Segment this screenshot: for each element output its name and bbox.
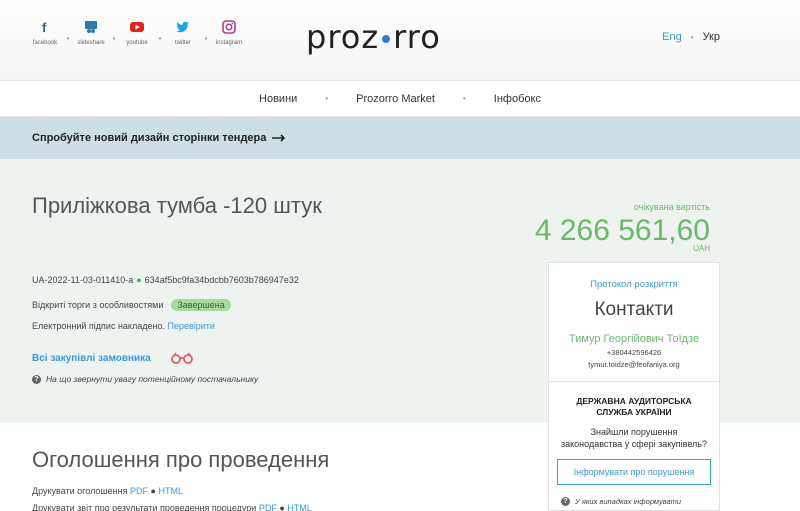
social-label: twitter: [174, 40, 191, 46]
signature-row: Електронний підпис накладено. Перевірити: [32, 321, 215, 331]
procedure-row: Відкриті торги з особливостями Завершена: [32, 299, 231, 311]
social-facebook[interactable]: f facebook: [28, 20, 62, 46]
signature-text: Електронний підпис накладено.: [32, 321, 165, 331]
instagram-icon: [222, 20, 236, 34]
separator-dot: •: [158, 34, 162, 43]
divider: [549, 381, 719, 382]
nav-item-infobox[interactable]: Інфобокс: [494, 93, 541, 105]
contact-phone: +380442596426: [606, 348, 662, 357]
contacts-card: Протокол розкриття Контакти Тимур Георгі…: [548, 262, 720, 511]
separator-dot: ●: [279, 503, 285, 511]
hint-text: На що звернути увагу потенційному постач…: [46, 374, 259, 384]
status-badge: Завершена: [171, 299, 231, 311]
print-announcement-row: Друкувати оголошення PDF ● HTML: [32, 486, 183, 496]
lang-en-link[interactable]: Eng: [662, 31, 682, 43]
social-youtube[interactable]: youtube: [120, 20, 154, 46]
contact-email: tymur.toidze@feofaniya.org: [588, 360, 680, 369]
print-announcement-html-link[interactable]: HTML: [158, 486, 183, 496]
procedure-type: Відкриті торги з особливостями: [32, 300, 164, 310]
arrow-right-icon: [272, 134, 286, 142]
social-links: f facebook • slideshare • youtube • twit…: [28, 20, 246, 46]
prozorro-logo[interactable]: proz rro: [306, 18, 441, 56]
separator-dot: •: [462, 94, 466, 103]
svg-text:f: f: [42, 20, 47, 34]
logo-text-left: proz: [306, 18, 380, 56]
separator-dot: •: [204, 34, 208, 43]
banner-text: Спробуйте новий дизайн сторінки тендера: [32, 132, 267, 144]
print-announcement-label: Друкувати оголошення: [32, 486, 128, 496]
tender-title: Приліжкова тумба -120 штук: [32, 193, 322, 218]
separator-dot: •: [112, 34, 116, 43]
print-announcement-pdf-link[interactable]: PDF: [130, 486, 148, 496]
facebook-icon: f: [42, 20, 47, 34]
separator-dot: •: [690, 32, 694, 42]
opening-protocol-link[interactable]: Протокол розкриття: [549, 279, 719, 290]
social-twitter[interactable]: twitter: [166, 20, 200, 46]
logo-dot-icon: [382, 35, 391, 43]
slideshare-icon: [85, 21, 97, 33]
cases-text: У яких випадках інформувати: [575, 497, 682, 506]
nav-item-market[interactable]: Prozorro Market: [356, 93, 435, 105]
contacts-title: Контакти: [594, 299, 674, 320]
binoculars-icon: [170, 352, 193, 364]
question-icon: ?: [561, 497, 570, 506]
site-header: f facebook • slideshare • youtube • twit…: [0, 0, 800, 80]
social-label: youtube: [126, 40, 148, 46]
logo-text-right: rro: [393, 18, 441, 56]
contact-person: Тимур Георгійович Тоїдзе: [568, 333, 700, 345]
tender-id-row: UA-2022-11-03-011410-a ● 634af5bc9fa34bd…: [32, 275, 299, 285]
social-label: slideshare: [77, 40, 105, 46]
print-report-row: Друкувати звіт про результати проведення…: [32, 503, 312, 511]
youtube-icon: [130, 22, 144, 32]
expected-value-label: очікувана вартість: [633, 202, 710, 212]
announcement-title: Оголошення про проведення: [32, 447, 330, 472]
print-report-html-link[interactable]: HTML: [287, 503, 312, 511]
social-instagram[interactable]: instagram: [212, 20, 246, 46]
expected-value-currency: UAH: [693, 244, 710, 253]
separator-dot: ●: [136, 275, 142, 285]
social-label: instagram: [215, 40, 243, 46]
separator-dot: ●: [150, 486, 156, 496]
supplier-hint-link[interactable]: ? На що звернути увагу потенційному пост…: [32, 374, 258, 384]
tender-id: UA-2022-11-03-011410-a: [32, 275, 134, 285]
all-purchases-label: Всі закупівлі замовника: [32, 352, 151, 364]
print-report-label: Друкувати звіт про результати проведення…: [32, 503, 257, 511]
language-switcher: Eng • Укр: [662, 31, 720, 43]
new-design-banner[interactable]: Спробуйте новий дизайн сторінки тендера: [0, 117, 800, 159]
main-nav: Новини • Prozorro Market • Інфобокс: [0, 80, 800, 117]
social-slideshare[interactable]: slideshare: [74, 20, 108, 46]
when-to-report-link[interactable]: ? У яких випадках інформувати: [549, 497, 719, 506]
violation-question: Знайшли порушення законодавства у сфері …: [561, 427, 707, 449]
tender-hash: 634af5bc9fa34bdcbb7603b786947e32: [144, 275, 299, 285]
nav-item-news[interactable]: Новини: [259, 93, 297, 105]
expected-value-amount: 4 266 561,60: [534, 214, 710, 247]
separator-dot: •: [66, 34, 70, 43]
separator-dot: •: [325, 94, 329, 103]
question-icon: ?: [32, 374, 41, 384]
audit-service-title: ДЕРЖАВНА АУДИТОРСЬКА СЛУЖБА УКРАЇНИ: [576, 396, 692, 417]
social-label: facebook: [32, 40, 58, 46]
report-violation-button[interactable]: Інформувати про порушення: [557, 459, 711, 485]
lang-ua-link[interactable]: Укр: [703, 31, 720, 43]
print-report-pdf-link[interactable]: PDF: [259, 503, 277, 511]
verify-signature-link[interactable]: Перевірити: [167, 321, 214, 331]
all-purchases-link[interactable]: Всі закупівлі замовника: [32, 352, 195, 364]
twitter-icon: [176, 21, 189, 33]
